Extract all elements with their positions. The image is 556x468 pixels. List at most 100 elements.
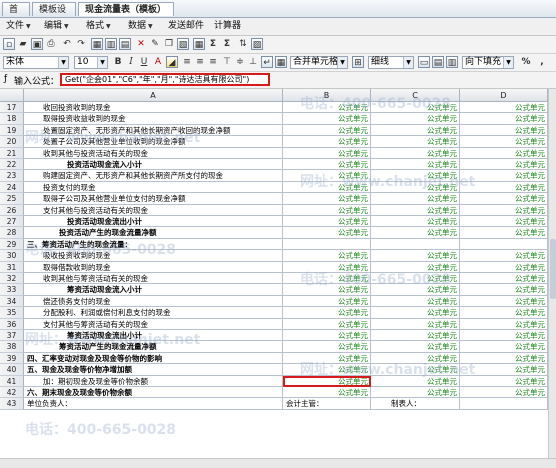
footer-empty[interactable] bbox=[460, 398, 548, 410]
cell-item-name[interactable]: 购建固定资产、无形资产和其他长期资产所支付的现金 bbox=[24, 170, 283, 182]
formula-cell[interactable] bbox=[283, 238, 371, 251]
table-icon[interactable]: ▦ bbox=[91, 38, 103, 50]
formula-cell[interactable]: 公式单元 bbox=[371, 273, 460, 285]
formula-cell[interactable]: 公式单元 bbox=[460, 330, 548, 342]
cell-item-name[interactable]: 处置固定资产、无形资产和其他长期资产收回的现金净额 bbox=[24, 124, 283, 137]
column-header-a[interactable]: A bbox=[24, 89, 283, 102]
wrap-text-icon[interactable]: ↵ bbox=[261, 56, 273, 68]
formula-cell[interactable]: 公式单元 bbox=[460, 193, 548, 205]
row-number[interactable]: 24 bbox=[0, 181, 24, 194]
row-number[interactable]: 41 bbox=[0, 375, 24, 387]
align-center-icon[interactable]: ≡ bbox=[194, 56, 206, 68]
sum-icon[interactable]: Σ bbox=[207, 38, 219, 50]
formula-cell[interactable]: 公式单元 bbox=[283, 375, 371, 387]
row-number[interactable]: 30 bbox=[0, 250, 24, 262]
cell-item-name[interactable]: 收回投资收到的现金 bbox=[24, 102, 283, 114]
row-number[interactable]: 18 bbox=[0, 113, 24, 125]
cell-item-name[interactable]: 投资活动现金流入小计 bbox=[24, 159, 283, 171]
cell-item-name[interactable]: 筹资活动现金流出小计 bbox=[24, 330, 283, 342]
row-number[interactable]: 33 bbox=[0, 284, 24, 296]
formula-cell[interactable]: 公式单元 bbox=[283, 124, 371, 137]
formula-cell[interactable]: 公式单元 bbox=[371, 375, 460, 387]
cell-item-name[interactable]: 取得子公司及其他营业单位支付的现金净额 bbox=[24, 193, 283, 205]
formula-cell[interactable]: 公式单元 bbox=[283, 216, 371, 228]
font-family-select[interactable]: 宋体 ▼ bbox=[3, 56, 69, 69]
formula-cell[interactable]: 公式单元 bbox=[371, 284, 460, 296]
formula-cell[interactable]: 公式单元 bbox=[460, 204, 548, 216]
comma-icon[interactable]: , bbox=[536, 56, 548, 68]
formula-cell[interactable]: 公式单元 bbox=[371, 364, 460, 376]
formula-cell[interactable]: 公式单元 bbox=[283, 113, 371, 125]
align-bottom-icon[interactable]: ⊥ bbox=[247, 56, 259, 68]
cell-item-name[interactable]: 三、筹资活动产生的现金流量： bbox=[24, 238, 283, 251]
cell-item-name[interactable]: 筹资活动现金流入小计 bbox=[24, 284, 283, 296]
menu-item[interactable]: 文件 ▼ bbox=[6, 20, 31, 33]
sort-icon[interactable]: ⇅ bbox=[237, 38, 249, 50]
formula-cell[interactable]: 公式单元 bbox=[460, 124, 548, 137]
select-all-corner[interactable] bbox=[0, 89, 24, 102]
vertical-scrollbar[interactable] bbox=[548, 89, 556, 458]
redo-icon[interactable]: ↷ bbox=[75, 38, 87, 50]
scroll-thumb[interactable] bbox=[550, 239, 556, 299]
formula-cell[interactable]: 公式单元 bbox=[460, 181, 548, 194]
formula-cell[interactable]: 公式单元 bbox=[283, 181, 371, 194]
formula-cell[interactable]: 公式单元 bbox=[371, 250, 460, 262]
borders-icon[interactable]: ⊞ bbox=[352, 56, 364, 68]
menu-item[interactable]: 发送邮件 bbox=[168, 20, 204, 33]
cell-item-name[interactable]: 分配股利、利润或偿付利息支付的现金 bbox=[24, 307, 283, 319]
insert-column-icon[interactable]: ▥ bbox=[105, 38, 117, 50]
row-number[interactable]: 22 bbox=[0, 159, 24, 171]
formula-cell[interactable]: 公式单元 bbox=[371, 352, 460, 365]
grid-icon[interactable]: ▦ bbox=[193, 38, 205, 50]
cell-item-name[interactable]: 偿还债务支付的现金 bbox=[24, 295, 283, 308]
formula-cell[interactable]: 公式单元 bbox=[283, 159, 371, 171]
row-number[interactable]: 43 bbox=[0, 398, 24, 410]
formula-cell[interactable]: 公式单元 bbox=[371, 387, 460, 399]
formula-cell[interactable]: 公式单元 bbox=[283, 261, 371, 273]
formula-cell[interactable]: 公式单元 bbox=[283, 136, 371, 148]
formula-cell[interactable]: 公式单元 bbox=[283, 250, 371, 262]
row-number[interactable]: 17 bbox=[0, 102, 24, 114]
tab-item[interactable]: 现金流量表（模板）× bbox=[78, 2, 174, 29]
delete-icon[interactable]: ✕ bbox=[135, 38, 147, 50]
formula-cell[interactable] bbox=[371, 238, 460, 251]
footer-preparer[interactable]: 制表人： bbox=[371, 398, 460, 410]
border-style-select[interactable]: 细线 ▼ bbox=[368, 56, 414, 69]
footer-accountant[interactable]: 会计主管： bbox=[283, 398, 371, 410]
formula-cell[interactable]: 公式单元 bbox=[283, 318, 371, 330]
formula-cell[interactable]: 公式单元 bbox=[283, 387, 371, 399]
formula-cell[interactable]: 公式单元 bbox=[283, 204, 371, 216]
formula-cell[interactable]: 公式单元 bbox=[371, 136, 460, 148]
formula-cell[interactable]: 公式单元 bbox=[460, 216, 548, 228]
formula-cell[interactable]: 公式单元 bbox=[460, 364, 548, 376]
cell-item-name[interactable]: 投资活动现金流出小计 bbox=[24, 216, 283, 228]
formula-cell[interactable]: 公式单元 bbox=[283, 284, 371, 296]
formula-cell[interactable]: 公式单元 bbox=[460, 102, 548, 114]
formula-cell[interactable]: 公式单元 bbox=[460, 375, 548, 387]
cell-item-name[interactable]: 收到其他与筹资活动有关的现金 bbox=[24, 273, 283, 285]
font-size-select[interactable]: 10 ▼ bbox=[74, 56, 108, 69]
align-right-icon[interactable]: ≡ bbox=[207, 56, 219, 68]
formula-cell[interactable]: 公式单元 bbox=[371, 102, 460, 114]
formula-cell[interactable]: 公式单元 bbox=[371, 261, 460, 273]
row-number[interactable]: 27 bbox=[0, 216, 24, 228]
row-number[interactable]: 21 bbox=[0, 147, 24, 159]
italic-button[interactable]: I bbox=[125, 56, 137, 68]
formula-cell[interactable] bbox=[460, 238, 548, 251]
new-file-icon[interactable]: ▫ bbox=[3, 38, 15, 50]
formula-cell[interactable]: 公式单元 bbox=[283, 193, 371, 205]
formula-cell[interactable]: 公式单元 bbox=[460, 113, 548, 125]
formula-cell[interactable]: 公式单元 bbox=[283, 330, 371, 342]
formula-cell[interactable]: 公式单元 bbox=[371, 159, 460, 171]
row-number[interactable]: 29 bbox=[0, 238, 24, 251]
insert-row-icon[interactable]: ▤ bbox=[119, 38, 131, 50]
row-number[interactable]: 26 bbox=[0, 204, 24, 216]
formula-cell[interactable]: 公式单元 bbox=[371, 181, 460, 194]
formula-cell[interactable]: 公式单元 bbox=[371, 216, 460, 228]
table-icon[interactable]: ▤ bbox=[432, 56, 444, 68]
formula-cell[interactable]: 公式单元 bbox=[460, 284, 548, 296]
chart-icon[interactable]: ▨ bbox=[251, 38, 263, 50]
formula-cell[interactable]: 公式单元 bbox=[371, 113, 460, 125]
font-color-icon[interactable]: A bbox=[152, 56, 164, 68]
row-number[interactable]: 25 bbox=[0, 193, 24, 205]
